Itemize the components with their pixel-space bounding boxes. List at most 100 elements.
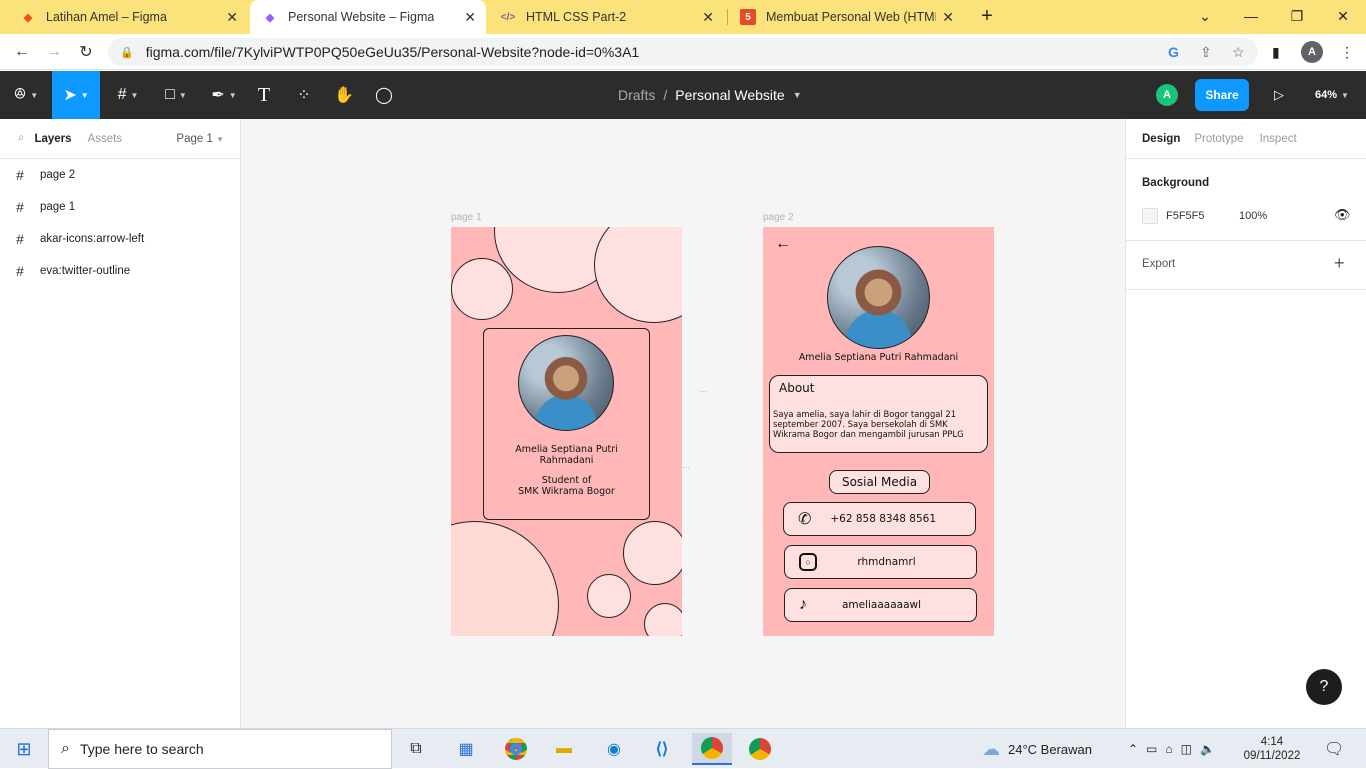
decor-circle	[644, 603, 682, 636]
background-opacity-input[interactable]: 100%	[1239, 210, 1267, 222]
system-tray-icons[interactable]: ⌃▭⌂◫🔈	[1128, 729, 1223, 769]
chevron-down-icon: ▼	[216, 134, 224, 144]
restore-icon[interactable]: ❐	[1282, 4, 1312, 28]
tiktok-icon: ♪	[799, 596, 807, 613]
figma-icon: ◆	[23, 11, 33, 24]
bookmark-star-icon[interactable]: ☆	[1232, 44, 1245, 61]
edge-icon[interactable]: ◉	[594, 733, 634, 765]
notifications-icon[interactable]: 🗨	[1324, 729, 1344, 769]
tab-assets[interactable]: Assets	[88, 133, 123, 145]
breadcrumb-drafts[interactable]: Drafts	[618, 87, 655, 103]
comment-tool-icon[interactable]: ◯	[370, 71, 398, 119]
frame-icon: #	[16, 263, 24, 279]
move-tool-icon[interactable]: ➤ ▼	[52, 71, 100, 119]
whatsapp-link[interactable]: ✆ +62 858 8348 8561	[783, 502, 976, 536]
tab-layers[interactable]: Layers	[34, 133, 71, 145]
taskbar-search-input[interactable]: ⌕ Type here to search	[48, 729, 392, 769]
tiktok-link[interactable]: ♪ ameliaaaaaawl	[784, 588, 977, 622]
chrome-icon[interactable]	[496, 733, 536, 765]
chrome-profile-window-icon[interactable]	[740, 733, 780, 765]
breadcrumb-separator: /	[663, 87, 668, 103]
resources-icon[interactable]: ⁘	[290, 71, 318, 119]
clock[interactable]: 4:14 09/11/2022	[1244, 729, 1301, 769]
frame-page-1[interactable]: Amelia Septiana Putri Rahmadani Student …	[451, 227, 682, 636]
layers-panel: ⌕ Layers Assets Page 1 ▼ # page 2 # page 1…	[0, 119, 241, 728]
url-input[interactable]: 🔒 figma.com/file/7KylviPWTP0PQ50eGeUu35/…	[108, 38, 1258, 66]
present-play-icon[interactable]: ▷	[1266, 71, 1292, 119]
profile-name: Amelia Septiana Putri Rahmadani	[798, 352, 959, 363]
visibility-eye-icon[interactable]: 👁	[1334, 207, 1351, 223]
properties-panel: Design Prototype Inspect Background F5F5…	[1125, 119, 1366, 728]
back-icon[interactable]: ←	[10, 40, 34, 64]
tab-search-icon[interactable]: ⌄	[1190, 4, 1220, 28]
shape-tool-icon[interactable]: □ ▼	[154, 71, 198, 119]
tab-html-css[interactable]: </> HTML CSS Part-2 ✕	[488, 0, 724, 34]
whatsapp-icon: ✆	[798, 511, 812, 528]
pen-tool-icon[interactable]: ✒ ▼	[202, 71, 246, 119]
code-icon: </>	[500, 11, 516, 23]
help-button[interactable]: ?	[1306, 669, 1342, 705]
windows-taskbar: ⊞ ⌕ Type here to search ⧉ ▦ ▬ ◉ ⟨⟩ ☁ 24°…	[0, 728, 1366, 769]
reload-icon[interactable]: ↻	[74, 40, 98, 64]
file-explorer-icon[interactable]: ▬	[544, 733, 584, 765]
forward-icon[interactable]: →	[42, 40, 66, 64]
search-icon[interactable]: ⌕	[18, 132, 24, 145]
instagram-icon: ○	[799, 553, 817, 571]
side-panel-icon[interactable]: ▮	[1272, 44, 1280, 61]
vscode-icon[interactable]: ⟨⟩	[642, 733, 682, 765]
layer-item-arrow-left[interactable]: # akar-icons:arrow-left	[0, 223, 240, 255]
tab-prototype[interactable]: Prototype	[1194, 133, 1243, 145]
chevron-down-icon[interactable]: ▼	[793, 90, 802, 100]
about-text: Saya amelia, saya lahir di Bogor tanggal…	[773, 409, 964, 439]
background-color-swatch[interactable]	[1142, 208, 1158, 224]
decor-circle	[594, 227, 682, 323]
frame-label-page-2[interactable]: page 2	[763, 212, 794, 223]
tab-inspect[interactable]: Inspect	[1260, 133, 1297, 145]
background-hex-input[interactable]: F5F5F5	[1166, 210, 1205, 222]
tab-personal-website[interactable]: ◆ Personal Website – Figma ✕	[250, 0, 486, 34]
frame-label-page-1[interactable]: page 1	[451, 212, 482, 223]
close-tab-icon[interactable]: ✕	[226, 9, 238, 26]
minimize-icon[interactable]: —	[1236, 4, 1266, 28]
chrome-profile-window-icon[interactable]	[692, 733, 732, 765]
frame-tool-icon[interactable]: # ▼	[106, 71, 150, 119]
layer-item-page-2[interactable]: # page 2	[0, 159, 240, 191]
windows-start-icon[interactable]: ⊞	[4, 733, 44, 765]
weather-widget[interactable]: ☁ 24°C Berawan	[982, 729, 1092, 769]
page-selector[interactable]: Page 1 ▼	[176, 133, 224, 145]
figma-main-menu-icon[interactable]: ꔮ ▼	[6, 71, 46, 119]
instagram-link[interactable]: ○ rhmdnamrl	[784, 545, 977, 579]
google-translate-icon[interactable]: G	[1168, 44, 1179, 60]
zoom-menu[interactable]: 64% ▼	[1308, 71, 1356, 119]
microsoft-store-icon[interactable]: ▦	[446, 733, 486, 765]
share-page-icon[interactable]: ⇪	[1200, 44, 1212, 61]
decor-circle	[587, 574, 631, 618]
layer-item-twitter-outline[interactable]: # eva:twitter-outline	[0, 255, 240, 287]
browser-tab-strip: ◆ Latihan Amel – Figma ✕ ◆ Personal Webs…	[0, 0, 1366, 34]
design-canvas[interactable]: page 1 Amelia Septiana Putri Rahmadani S…	[241, 119, 1125, 728]
add-export-icon[interactable]: +	[1334, 253, 1345, 274]
about-title: About	[779, 381, 815, 395]
tab-latihan-amel[interactable]: ◆ Latihan Amel – Figma ✕	[8, 0, 248, 34]
profile-role: Student of SMK Wikrama Bogor	[518, 475, 615, 497]
close-tab-icon[interactable]: ✕	[464, 9, 476, 26]
task-view-icon[interactable]: ⧉	[396, 733, 436, 765]
share-button[interactable]: Share	[1195, 79, 1249, 111]
user-avatar[interactable]: A	[1156, 84, 1178, 106]
new-tab-button[interactable]: +	[972, 4, 1002, 28]
close-window-icon[interactable]: ✕	[1328, 4, 1358, 28]
profile-photo	[518, 335, 614, 431]
profile-avatar[interactable]: A	[1301, 41, 1323, 63]
search-icon: ⌕	[61, 740, 70, 757]
layer-item-page-1[interactable]: # page 1	[0, 191, 240, 223]
browser-menu-icon[interactable]: ⋮	[1340, 44, 1354, 61]
frame-page-2[interactable]: ← Amelia Septiana Putri Rahmadani About …	[763, 227, 994, 636]
close-tab-icon[interactable]: ✕	[702, 9, 714, 26]
arrow-left-icon[interactable]: ←	[775, 235, 791, 253]
text-tool-icon[interactable]: T	[250, 71, 278, 119]
hand-tool-icon[interactable]: ✋	[330, 71, 358, 119]
close-tab-icon[interactable]: ✕	[942, 9, 954, 26]
tab-design[interactable]: Design	[1142, 133, 1180, 145]
file-name[interactable]: Personal Website	[675, 87, 784, 103]
tab-membuat-personal-web[interactable]: 5 Membuat Personal Web (HTML d ✕	[728, 0, 964, 34]
